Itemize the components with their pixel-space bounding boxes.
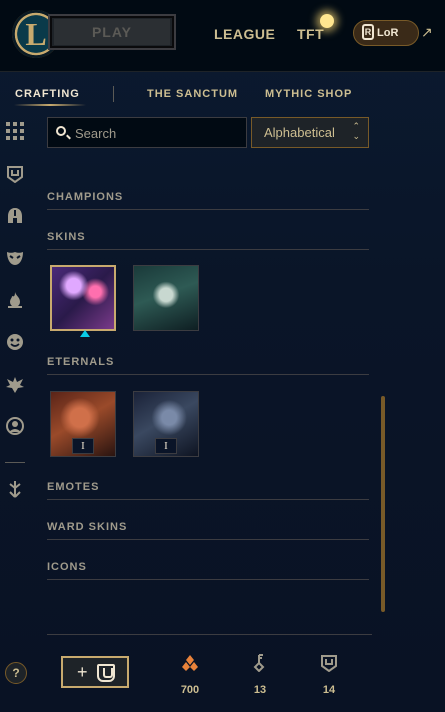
chevron-up-down-icon: ⌃ ⌄ — [352, 121, 360, 141]
search-icon — [56, 126, 66, 136]
section-skins[interactable]: SKINS — [47, 231, 86, 243]
lor-button[interactable]: R LoR — [353, 20, 419, 46]
section-divider — [47, 539, 369, 540]
champion-helmet-icon[interactable] — [5, 207, 25, 227]
search-input[interactable] — [75, 122, 240, 144]
chest-shield-icon — [97, 664, 115, 682]
sort-dropdown-value: Alphabetical — [264, 125, 335, 140]
section-ward-skins[interactable]: WARD SKINS — [47, 521, 127, 533]
section-divider — [47, 249, 369, 250]
orange-essence-value: 700 — [180, 684, 200, 696]
subnav-divider — [113, 86, 114, 102]
craft-key-button[interactable]: + — [61, 656, 129, 688]
sort-dropdown[interactable]: Alphabetical ⌃ ⌄ — [251, 117, 369, 148]
eternal-tile[interactable]: I — [133, 391, 199, 457]
notification-glow-icon — [320, 14, 334, 28]
skin-art — [134, 266, 198, 330]
play-button[interactable]: PLAY — [48, 14, 176, 50]
plus-icon: + — [77, 662, 88, 682]
emote-face-icon[interactable] — [5, 333, 25, 353]
section-divider — [47, 499, 369, 500]
help-button[interactable]: ? — [5, 662, 27, 684]
play-button-label: PLAY — [54, 19, 170, 45]
hextech-chest-icon — [321, 655, 337, 672]
section-icons[interactable]: ICONS — [47, 561, 87, 573]
search-box[interactable] — [47, 117, 247, 148]
eternal-level-badge: I — [155, 438, 177, 454]
rail-divider — [5, 462, 25, 463]
skin-mask-icon[interactable] — [5, 249, 25, 269]
eternal-level-badge: I — [72, 438, 94, 454]
section-divider — [47, 209, 369, 210]
skin-tile[interactable] — [50, 265, 116, 331]
tab-mythic-shop[interactable]: MYTHIC SHOP — [265, 88, 352, 100]
skin-art — [52, 267, 114, 329]
lor-logo-icon: R — [362, 24, 374, 41]
section-eternals[interactable]: ETERNALS — [47, 356, 114, 368]
all-items-grid-icon[interactable] — [5, 122, 25, 142]
sort-arrow-icon[interactable] — [5, 480, 25, 500]
nav-league[interactable]: LEAGUE — [214, 26, 275, 42]
tab-the-sanctum[interactable]: THE SANCTUM — [147, 88, 238, 100]
chests-value: 14 — [322, 684, 336, 696]
orange-essence-icon — [182, 655, 198, 671]
section-divider — [47, 374, 369, 375]
keys-value: 13 — [253, 684, 267, 696]
active-tab-underline — [14, 104, 86, 106]
lor-label: LoR — [377, 27, 399, 39]
section-divider — [47, 579, 369, 580]
tab-crafting[interactable]: CRAFTING — [15, 88, 80, 100]
hextech-key-icon — [253, 654, 265, 672]
section-champions[interactable]: CHAMPIONS — [47, 191, 123, 203]
orange-essence-wallet: 700 — [170, 654, 210, 696]
section-emotes[interactable]: EMOTES — [47, 481, 99, 493]
profile-icon-icon[interactable] — [5, 417, 25, 437]
skin-tile[interactable] — [133, 265, 199, 331]
chests-wallet: 14 — [309, 654, 349, 696]
external-link-icon[interactable]: ↗ — [421, 24, 433, 41]
ward-icon[interactable] — [5, 375, 25, 395]
top-bar: L PLAY LEAGUE TFT R LoR ↗ — [0, 0, 445, 72]
nav-tft[interactable]: TFT — [297, 26, 324, 42]
footer-divider — [47, 634, 372, 635]
chest-shield-icon[interactable] — [5, 165, 25, 185]
keys-wallet: 13 — [240, 654, 280, 696]
selected-marker-icon — [80, 330, 90, 337]
eternal-tile[interactable]: I — [50, 391, 116, 457]
scrollbar-thumb[interactable] — [381, 396, 385, 612]
eternals-flame-icon[interactable] — [5, 291, 25, 311]
